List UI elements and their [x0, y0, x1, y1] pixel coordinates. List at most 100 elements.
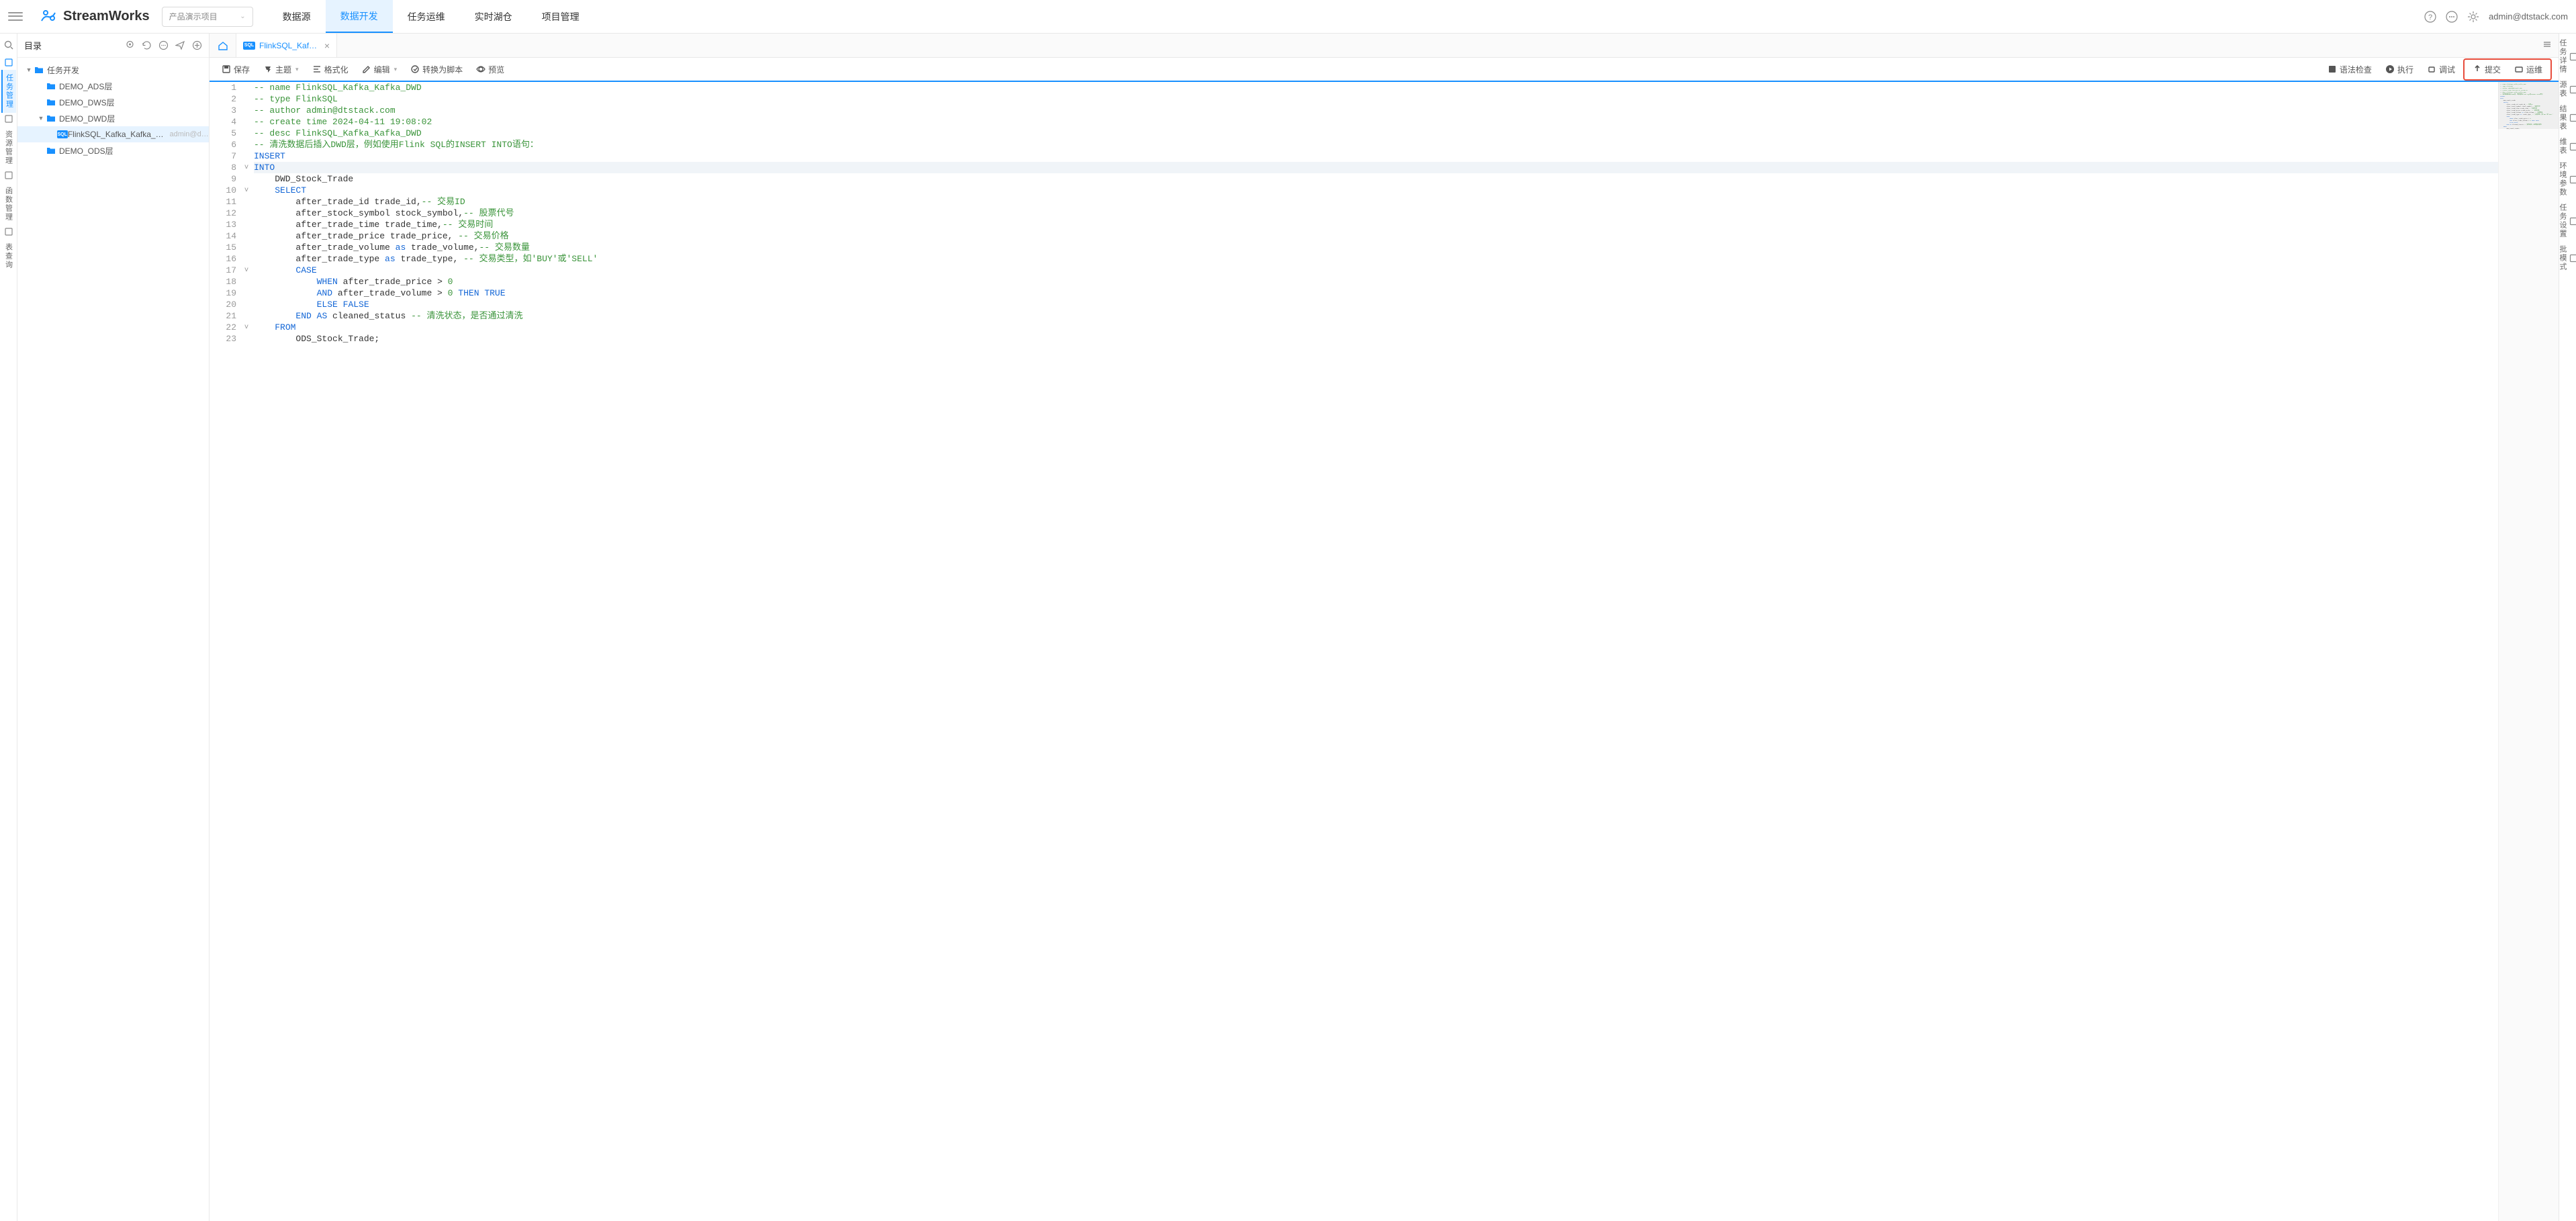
menu-toggle-icon[interactable]	[8, 9, 23, 24]
tool-debug[interactable]: 调试	[2422, 61, 2460, 78]
left-rail-item-3[interactable]: 表查询	[2, 239, 15, 273]
locate-icon[interactable]	[125, 40, 135, 50]
sql-icon: SQL	[57, 130, 68, 138]
right-rail-item-4[interactable]: 环境参数	[2557, 162, 2576, 197]
right-rail-item-3[interactable]: 维表	[2557, 138, 2576, 155]
tool-label: 调试	[2439, 64, 2455, 75]
panel-icon	[2569, 254, 2576, 263]
streamworks-icon	[39, 7, 58, 26]
nav-tab-0[interactable]: 数据源	[268, 0, 326, 33]
tool-format[interactable]: 格式化	[307, 61, 354, 78]
tree-toggle-icon[interactable]: ▼	[24, 66, 34, 73]
left-rail-icon-0[interactable]	[3, 56, 15, 69]
tree-label: DEMO_DWD层	[59, 113, 115, 124]
gear-icon[interactable]	[2467, 11, 2479, 23]
right-rail: 任务详情源表结果表维表环境参数任务设置批模式	[2559, 34, 2576, 1221]
tool-preview[interactable]: 预览	[471, 61, 510, 78]
search-icon[interactable]	[3, 39, 15, 51]
nav-tab-2[interactable]: 任务运维	[393, 0, 460, 33]
nav-tab-3[interactable]: 实时湖仓	[460, 0, 527, 33]
minimap[interactable]: -- name FlinkSQL_Kafka_Kafka_DWD-- type …	[2498, 82, 2559, 1221]
close-icon[interactable]: ×	[324, 40, 330, 51]
left-rail-icon-3[interactable]	[3, 226, 15, 238]
sql-icon: SQL	[243, 42, 255, 50]
tool-submit[interactable]: 提交	[2467, 61, 2506, 78]
left-rail-item-1[interactable]: 资源管理	[2, 126, 15, 169]
tool-run[interactable]: 执行	[2380, 61, 2419, 78]
chat-icon[interactable]	[2446, 11, 2458, 23]
panel-icon	[2569, 142, 2576, 151]
tool-label: 运维	[2526, 64, 2542, 75]
more-icon[interactable]	[158, 40, 169, 50]
panel-icon	[2569, 175, 2576, 184]
tool-syntax[interactable]: 语法检查	[2322, 61, 2377, 78]
convert-icon	[410, 64, 420, 74]
panel-icon	[2569, 217, 2576, 226]
right-rail-item-0[interactable]: 任务详情	[2557, 39, 2576, 74]
right-rail-item-6[interactable]: 批模式	[2557, 245, 2576, 271]
refresh-icon[interactable]	[142, 40, 152, 50]
debug-icon	[2427, 64, 2436, 74]
submit-ops-group: 提交 运维	[2463, 58, 2552, 81]
panel-icon	[2569, 114, 2576, 122]
header-actions: ? admin@dtstack.com	[2424, 11, 2568, 23]
tool-label: 预览	[488, 64, 504, 75]
tree-label: 任务开发	[47, 64, 79, 76]
tool-save[interactable]: 保存	[216, 61, 255, 78]
tree-meta: admin@dts...	[169, 130, 209, 138]
tree-folder-1[interactable]: DEMO_DWS层	[17, 94, 209, 110]
tree-folder-2[interactable]: ▼ DEMO_DWD层	[17, 110, 209, 126]
code-body[interactable]: -- name FlinkSQL_Kafka_Kafka_DWD-- type …	[251, 82, 2498, 1221]
minimap-slider[interactable]	[2498, 82, 2559, 129]
file-tab[interactable]: SQL FlinkSQL_Kafka_Ka... ×	[236, 34, 337, 57]
project-selector[interactable]: 产品演示项目 ⌄	[162, 7, 253, 27]
run-icon	[2385, 64, 2395, 74]
add-icon[interactable]	[192, 40, 202, 50]
tree-label: DEMO_ODS层	[59, 145, 113, 156]
panel-icon	[2569, 52, 2576, 61]
svg-text:?: ?	[2428, 13, 2432, 21]
tool-label: 语法检查	[2340, 64, 2372, 75]
user-label[interactable]: admin@dtstack.com	[2489, 11, 2568, 21]
nav-tab-4[interactable]: 项目管理	[527, 0, 594, 33]
home-icon	[218, 40, 228, 51]
tree-file-2-0[interactable]: SQL FlinkSQL_Kafka_Kafka_DWDadmin@dts...	[17, 126, 209, 142]
left-rail-icon-2[interactable]	[3, 169, 15, 181]
right-rail-item-5[interactable]: 任务设置	[2557, 204, 2576, 238]
folder-icon	[46, 97, 56, 107]
directory-tree: ▼ 任务开发 DEMO_ADS层 DEMO_DWS层 ▼ DEMO_DWD层 SQL Fli…	[17, 58, 209, 163]
home-tab[interactable]	[210, 34, 236, 57]
left-rail-item-0[interactable]: 任务管理	[1, 70, 16, 113]
file-tab-label: FlinkSQL_Kafka_Ka...	[259, 41, 320, 50]
tool-edit[interactable]: 编辑	[357, 61, 403, 78]
tree-toggle-icon[interactable]: ▼	[36, 115, 46, 122]
right-rail-item-1[interactable]: 源表	[2557, 81, 2576, 98]
toolbar-right: 语法检查执行 调试 提交 运维	[2322, 58, 2552, 81]
tree-folder-0[interactable]: DEMO_ADS层	[17, 78, 209, 94]
folder-icon	[34, 64, 44, 75]
project-select-value: 产品演示项目	[169, 11, 218, 22]
tool-ops[interactable]: 运维	[2509, 61, 2548, 78]
tool-label: 提交	[2485, 64, 2501, 75]
preview-icon	[476, 64, 486, 74]
left-rail-icon-1[interactable]	[3, 113, 15, 125]
sidebar-actions	[125, 40, 202, 50]
chevron-down-icon: ⌄	[240, 13, 245, 20]
ops-icon	[2514, 64, 2524, 74]
nav-tab-1[interactable]: 数据开发	[326, 0, 393, 33]
left-rail-item-2[interactable]: 函数管理	[2, 183, 15, 226]
code-editor[interactable]: 1234567891011121314151617181920212223 vv…	[210, 82, 2559, 1221]
left-rail: 任务管理资源管理函数管理表查询	[0, 34, 17, 1221]
right-rail-item-2[interactable]: 结果表	[2557, 105, 2576, 131]
tool-theme[interactable]: 主题	[258, 61, 304, 78]
help-icon[interactable]: ?	[2424, 11, 2436, 23]
tree-root[interactable]: ▼ 任务开发	[17, 62, 209, 78]
tool-convert[interactable]: 转换为脚本	[405, 61, 468, 78]
tree-label: DEMO_DWS层	[59, 97, 115, 108]
send-icon[interactable]	[175, 40, 185, 50]
folder-icon	[46, 113, 56, 124]
sidebar-title: 目录	[24, 39, 42, 52]
tab-list-icon[interactable]	[2536, 40, 2559, 51]
folder-icon	[46, 81, 56, 91]
tree-folder-3[interactable]: DEMO_ODS层	[17, 142, 209, 159]
